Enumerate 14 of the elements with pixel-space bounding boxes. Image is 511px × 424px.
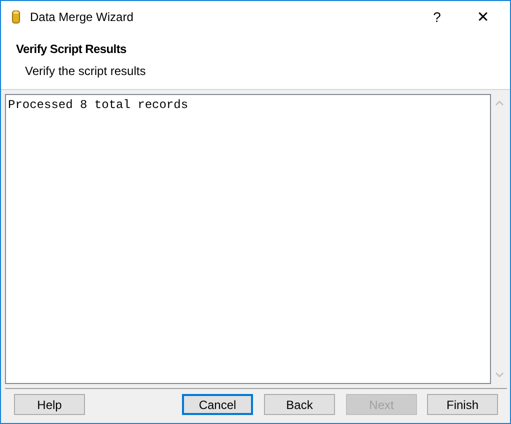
close-button[interactable]: ✕ [460, 2, 506, 32]
page-title: Verify Script Results [16, 42, 128, 56]
page-subtitle: Verify the script results [25, 64, 147, 78]
scroll-up-icon[interactable] [494, 100, 504, 106]
window-title: Data Merge Wizard [30, 10, 134, 24]
output-text: Processed 8 total records [7, 97, 190, 114]
wizard-button[interactable]: Help [14, 394, 85, 415]
help-button[interactable]: ? [414, 2, 460, 32]
wizard-button[interactable]: Back [264, 394, 335, 415]
wizard-button[interactable]: Cancel [182, 394, 253, 415]
output-text-area[interactable]: Processed 8 total records [5, 94, 491, 384]
cylinder-icon [12, 10, 20, 24]
scroll-down-icon[interactable] [494, 372, 504, 378]
wizard-button[interactable]: Finish [427, 394, 498, 415]
